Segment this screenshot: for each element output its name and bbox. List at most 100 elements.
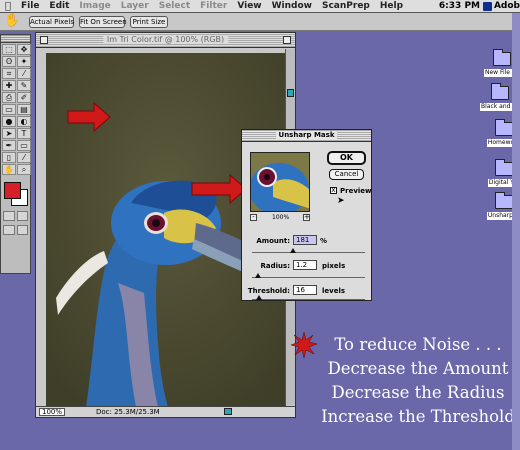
folder-icon — [495, 159, 513, 176]
menu-view[interactable]: View — [232, 1, 266, 11]
pen-icon[interactable]: ✒ — [2, 140, 16, 151]
apple-menu-icon[interactable]:  — [0, 1, 16, 12]
eyedropper-icon[interactable]: ⁄ — [17, 152, 31, 163]
blur-icon[interactable]: ● — [2, 116, 16, 127]
close-box-icon[interactable] — [40, 36, 48, 44]
radius-unit: pixels — [322, 262, 346, 270]
radius-label: Radius: — [260, 262, 290, 270]
foreground-color-swatch[interactable] — [4, 182, 21, 199]
zoom-level-field[interactable]: 100% — [39, 408, 65, 416]
screen-mode-full[interactable] — [16, 225, 28, 235]
horizontal-scroll-thumb[interactable] — [224, 408, 232, 415]
preview-checkbox[interactable]: x — [330, 187, 337, 194]
app-switcher-icon[interactable] — [483, 2, 492, 11]
zoom-icon[interactable]: ⌕ — [17, 164, 31, 175]
fit-on-screen-button[interactable]: Fit On Screen — [79, 16, 127, 28]
folder-icon — [493, 49, 511, 66]
filter-preview[interactable] — [250, 152, 310, 212]
options-bar: ✋ Actual Pixels Fit On Screen Print Size — [0, 13, 520, 31]
preview-checkbox-label[interactable]: Preview — [340, 187, 372, 195]
dodge-icon[interactable]: ◐ — [17, 116, 31, 127]
toolbox-titlebar[interactable] — [1, 35, 30, 43]
radius-slider-thumb[interactable] — [254, 273, 261, 278]
menu-clock[interactable]: 6:33 PM — [439, 1, 480, 11]
app-switcher-label[interactable]: Adob — [494, 1, 520, 11]
menu-scanprep[interactable]: ScanPrep — [317, 1, 375, 11]
amount-label: Amount: — [256, 237, 290, 245]
document-size-readout[interactable]: Doc: 25.3M/25.3M — [96, 408, 160, 416]
amount-slider-thumb[interactable] — [289, 248, 296, 253]
print-size-button[interactable]: Print Size — [130, 16, 168, 28]
hand-icon[interactable]: ✋ — [2, 164, 16, 175]
menu-file[interactable]: File — [16, 1, 44, 11]
threshold-unit: levels — [322, 287, 346, 295]
folder-icon — [495, 119, 513, 136]
folder-icon — [491, 83, 509, 100]
document-status-bar: 100% Doc: 25.3M/25.3M — [36, 406, 295, 417]
caption-line-2: Decrease the Amount — [327, 359, 509, 378]
menu-select[interactable]: Select — [154, 1, 195, 11]
caption-line-1: To reduce Noise . . . — [334, 335, 502, 354]
brush-icon[interactable]: ✎ — [17, 80, 31, 91]
starburst-icon — [291, 332, 317, 358]
radius-slider-track[interactable] — [252, 277, 365, 278]
history-brush-icon[interactable]: ✐ — [17, 92, 31, 103]
cancel-button[interactable]: Cancel — [329, 169, 364, 180]
preview-zoom-controls: - 100% + — [250, 214, 310, 223]
document-titlebar[interactable]: Im Tri Color.tif @ 100% (RGB) — [36, 33, 295, 48]
path-select-icon[interactable]: ➤ — [2, 128, 16, 139]
marquee-icon[interactable]: ⬚ — [2, 44, 16, 55]
actual-pixels-button[interactable]: Actual Pixels — [29, 16, 74, 28]
mode-buttons — [1, 209, 30, 223]
zoom-in-button[interactable]: + — [303, 214, 310, 221]
screen-mode-buttons — [1, 223, 30, 237]
menu-filter[interactable]: Filter — [195, 1, 232, 11]
radius-field[interactable]: 1.2 — [293, 260, 317, 270]
menu-layer[interactable]: Layer — [116, 1, 154, 11]
screen-mode-standard[interactable] — [3, 225, 15, 235]
threshold-slider-thumb[interactable] — [255, 295, 262, 300]
stamp-icon[interactable]: ⎙ — [2, 92, 16, 103]
amount-unit: % — [320, 237, 328, 245]
type-icon[interactable]: T — [17, 128, 31, 139]
menu-window[interactable]: Window — [267, 1, 317, 11]
caption-text: To reduce Noise . . . Decrease the Amoun… — [318, 333, 518, 429]
color-swatches — [1, 179, 30, 209]
vertical-scroll-thumb[interactable] — [287, 89, 294, 97]
toolbox: ⬚ ✥ ʘ ✦ ⌗ ⁄ ✚ ✎ ⎙ ✐ ▭ ▤ ● ◐ ➤ T ✒ ▭ ▯ ⁄ ✋ ⌕ — [0, 34, 31, 274]
document-title: Im Tri Color.tif @ 100% (RGB) — [102, 35, 229, 44]
lasso-icon[interactable]: ʘ — [2, 56, 16, 67]
healing-icon[interactable]: ✚ — [2, 80, 16, 91]
caption-line-3: Decrease the Radius — [331, 383, 505, 402]
unsharp-mask-dialog: Unsharp Mask - 100% + OK Cancel x Previe… — [241, 129, 372, 301]
preview-image — [251, 153, 309, 211]
mouse-cursor-icon: ➤ — [337, 196, 345, 206]
shape-icon[interactable]: ▭ — [17, 140, 31, 151]
folder-icon — [495, 192, 513, 209]
amount-field[interactable]: 181 — [293, 235, 317, 245]
notes-icon[interactable]: ▯ — [2, 152, 16, 163]
menu-bar:  File Edit Image Layer Select Filter Vi… — [0, 0, 520, 13]
standard-mode-button[interactable] — [3, 211, 15, 221]
menu-edit[interactable]: Edit — [44, 1, 74, 11]
ok-button[interactable]: OK — [327, 151, 366, 165]
threshold-field[interactable]: 16 — [293, 285, 317, 295]
move-icon[interactable]: ✥ — [17, 44, 31, 55]
menu-help[interactable]: Help — [375, 1, 408, 11]
crop-icon[interactable]: ⌗ — [2, 68, 16, 79]
desktop-edge — [512, 13, 520, 450]
amount-slider-track[interactable] — [252, 252, 365, 253]
magic-wand-icon[interactable]: ✦ — [17, 56, 31, 67]
caption-line-4: Increase the Threshold — [321, 407, 515, 426]
gradient-icon[interactable]: ▤ — [17, 104, 31, 115]
eraser-icon[interactable]: ▭ — [2, 104, 16, 115]
zoom-box-icon[interactable] — [283, 36, 291, 44]
dialog-titlebar[interactable]: Unsharp Mask — [242, 130, 371, 142]
slice-icon[interactable]: ⁄ — [17, 68, 31, 79]
threshold-slider-track[interactable] — [252, 299, 365, 300]
threshold-label: Threshold: — [247, 287, 290, 295]
quick-mask-button[interactable] — [16, 211, 28, 221]
zoom-out-button[interactable]: - — [250, 214, 257, 221]
preview-zoom-level: 100% — [272, 214, 290, 221]
menu-image[interactable]: Image — [74, 1, 115, 11]
